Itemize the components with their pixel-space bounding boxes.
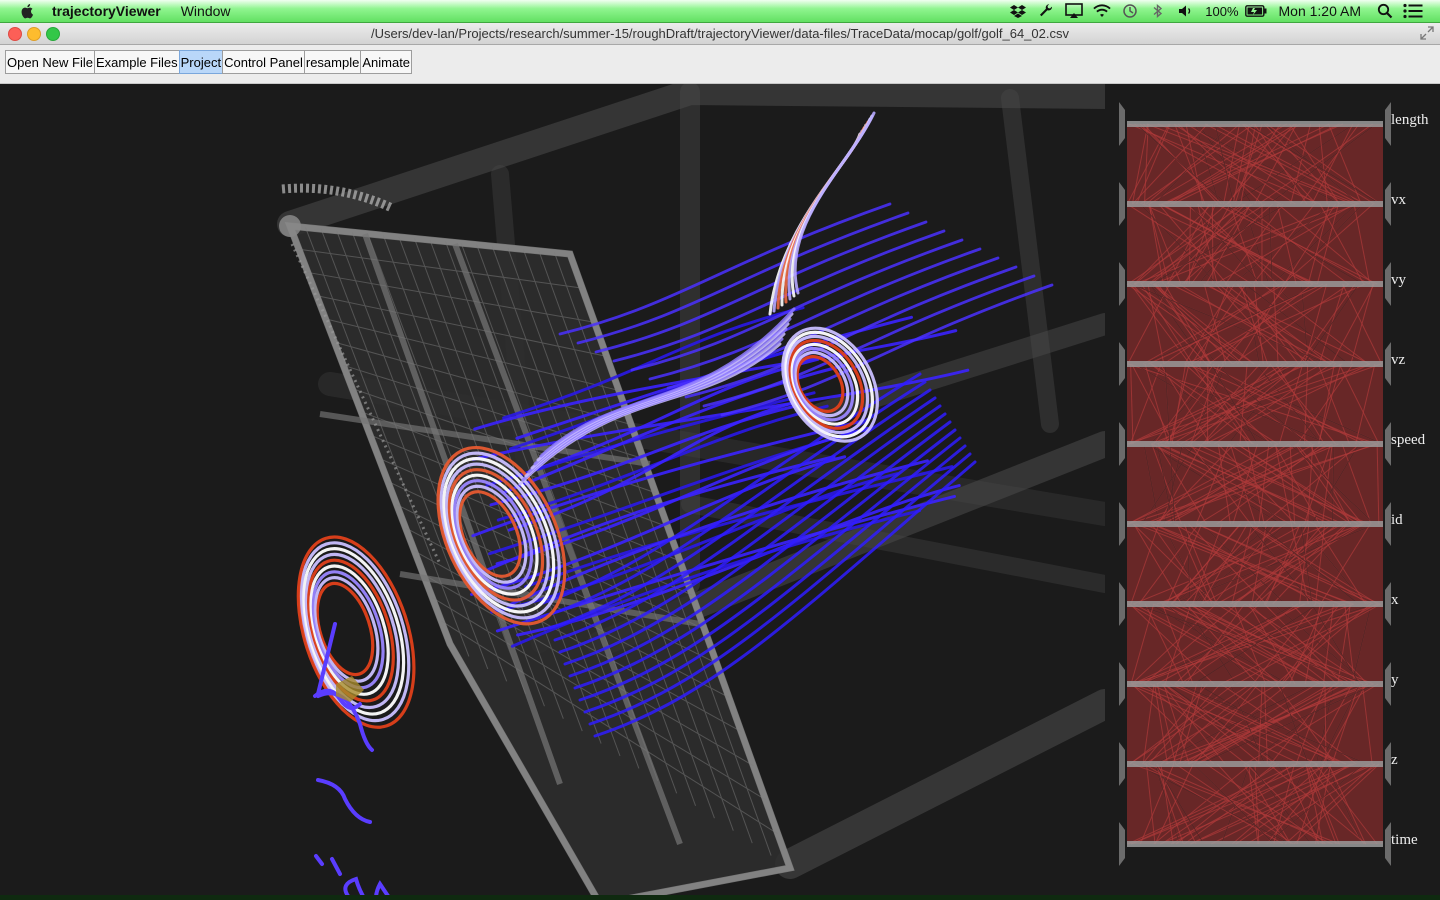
volume-icon[interactable] bbox=[1175, 3, 1197, 19]
axis-label-speed[interactable]: speed bbox=[1391, 432, 1425, 449]
fullscreen-icon[interactable] bbox=[1420, 26, 1434, 40]
bluetooth-icon[interactable] bbox=[1147, 3, 1169, 19]
menu-bar: trajectoryViewer Window 100% Mon 1:20 AM bbox=[0, 0, 1440, 23]
window-title: /Users/dev-lan/Projects/research/summer-… bbox=[371, 26, 1069, 41]
axis-label-vx[interactable]: vx bbox=[1391, 192, 1406, 209]
animate-button[interactable]: Animate bbox=[360, 50, 413, 74]
window-menu[interactable]: Window bbox=[181, 3, 231, 19]
airplay-icon[interactable] bbox=[1063, 3, 1085, 19]
axis-label-length[interactable]: length bbox=[1391, 112, 1429, 129]
notification-center-icon[interactable] bbox=[1402, 3, 1424, 19]
axis-label-id[interactable]: id bbox=[1391, 512, 1403, 529]
dropbox-icon[interactable] bbox=[1007, 3, 1029, 19]
wrench-icon[interactable] bbox=[1035, 3, 1057, 19]
battery-icon[interactable] bbox=[1244, 3, 1268, 19]
wifi-icon[interactable] bbox=[1091, 3, 1113, 19]
clock[interactable]: Mon 1:20 AM bbox=[1279, 3, 1362, 19]
desktop-strip bbox=[0, 895, 1440, 900]
axis-label-z[interactable]: z bbox=[1391, 752, 1398, 769]
parallel-coordinates-panel[interactable] bbox=[1105, 84, 1440, 900]
toolbar-buttons: Open New File Example Files Project Cont… bbox=[5, 50, 413, 74]
status-area: 100% Mon 1:20 AM bbox=[1004, 0, 1440, 22]
control-panel-button[interactable]: Control Panel bbox=[222, 50, 305, 74]
example-files-button[interactable]: Example Files bbox=[93, 50, 180, 74]
battery-percent: 100% bbox=[1205, 3, 1239, 19]
apple-icon[interactable] bbox=[20, 3, 36, 19]
axis-label-vz[interactable]: vz bbox=[1391, 352, 1405, 369]
trajectory-scene[interactable] bbox=[0, 84, 1105, 900]
resample-button[interactable]: resample bbox=[303, 50, 362, 74]
time-machine-icon[interactable] bbox=[1119, 3, 1141, 19]
window-title-bar[interactable]: /Users/dev-lan/Projects/research/summer-… bbox=[0, 23, 1440, 45]
axis-label-x[interactable]: x bbox=[1391, 592, 1399, 609]
project-button[interactable]: Project bbox=[178, 50, 224, 74]
open-new-file-button[interactable]: Open New File bbox=[5, 50, 95, 74]
parallel-coordinate-lines bbox=[1126, 123, 1383, 845]
3d-viewport[interactable]: length vx vy vz speed id x y z time bbox=[0, 84, 1440, 900]
toolbar: Open New File Example Files Project Cont… bbox=[0, 45, 1440, 84]
spotlight-icon[interactable] bbox=[1374, 3, 1396, 19]
axis-label-time[interactable]: time bbox=[1391, 832, 1418, 849]
app-name-menu[interactable]: trajectoryViewer bbox=[52, 3, 161, 19]
axis-label-y[interactable]: y bbox=[1391, 672, 1399, 689]
axis-label-vy[interactable]: vy bbox=[1391, 272, 1406, 289]
